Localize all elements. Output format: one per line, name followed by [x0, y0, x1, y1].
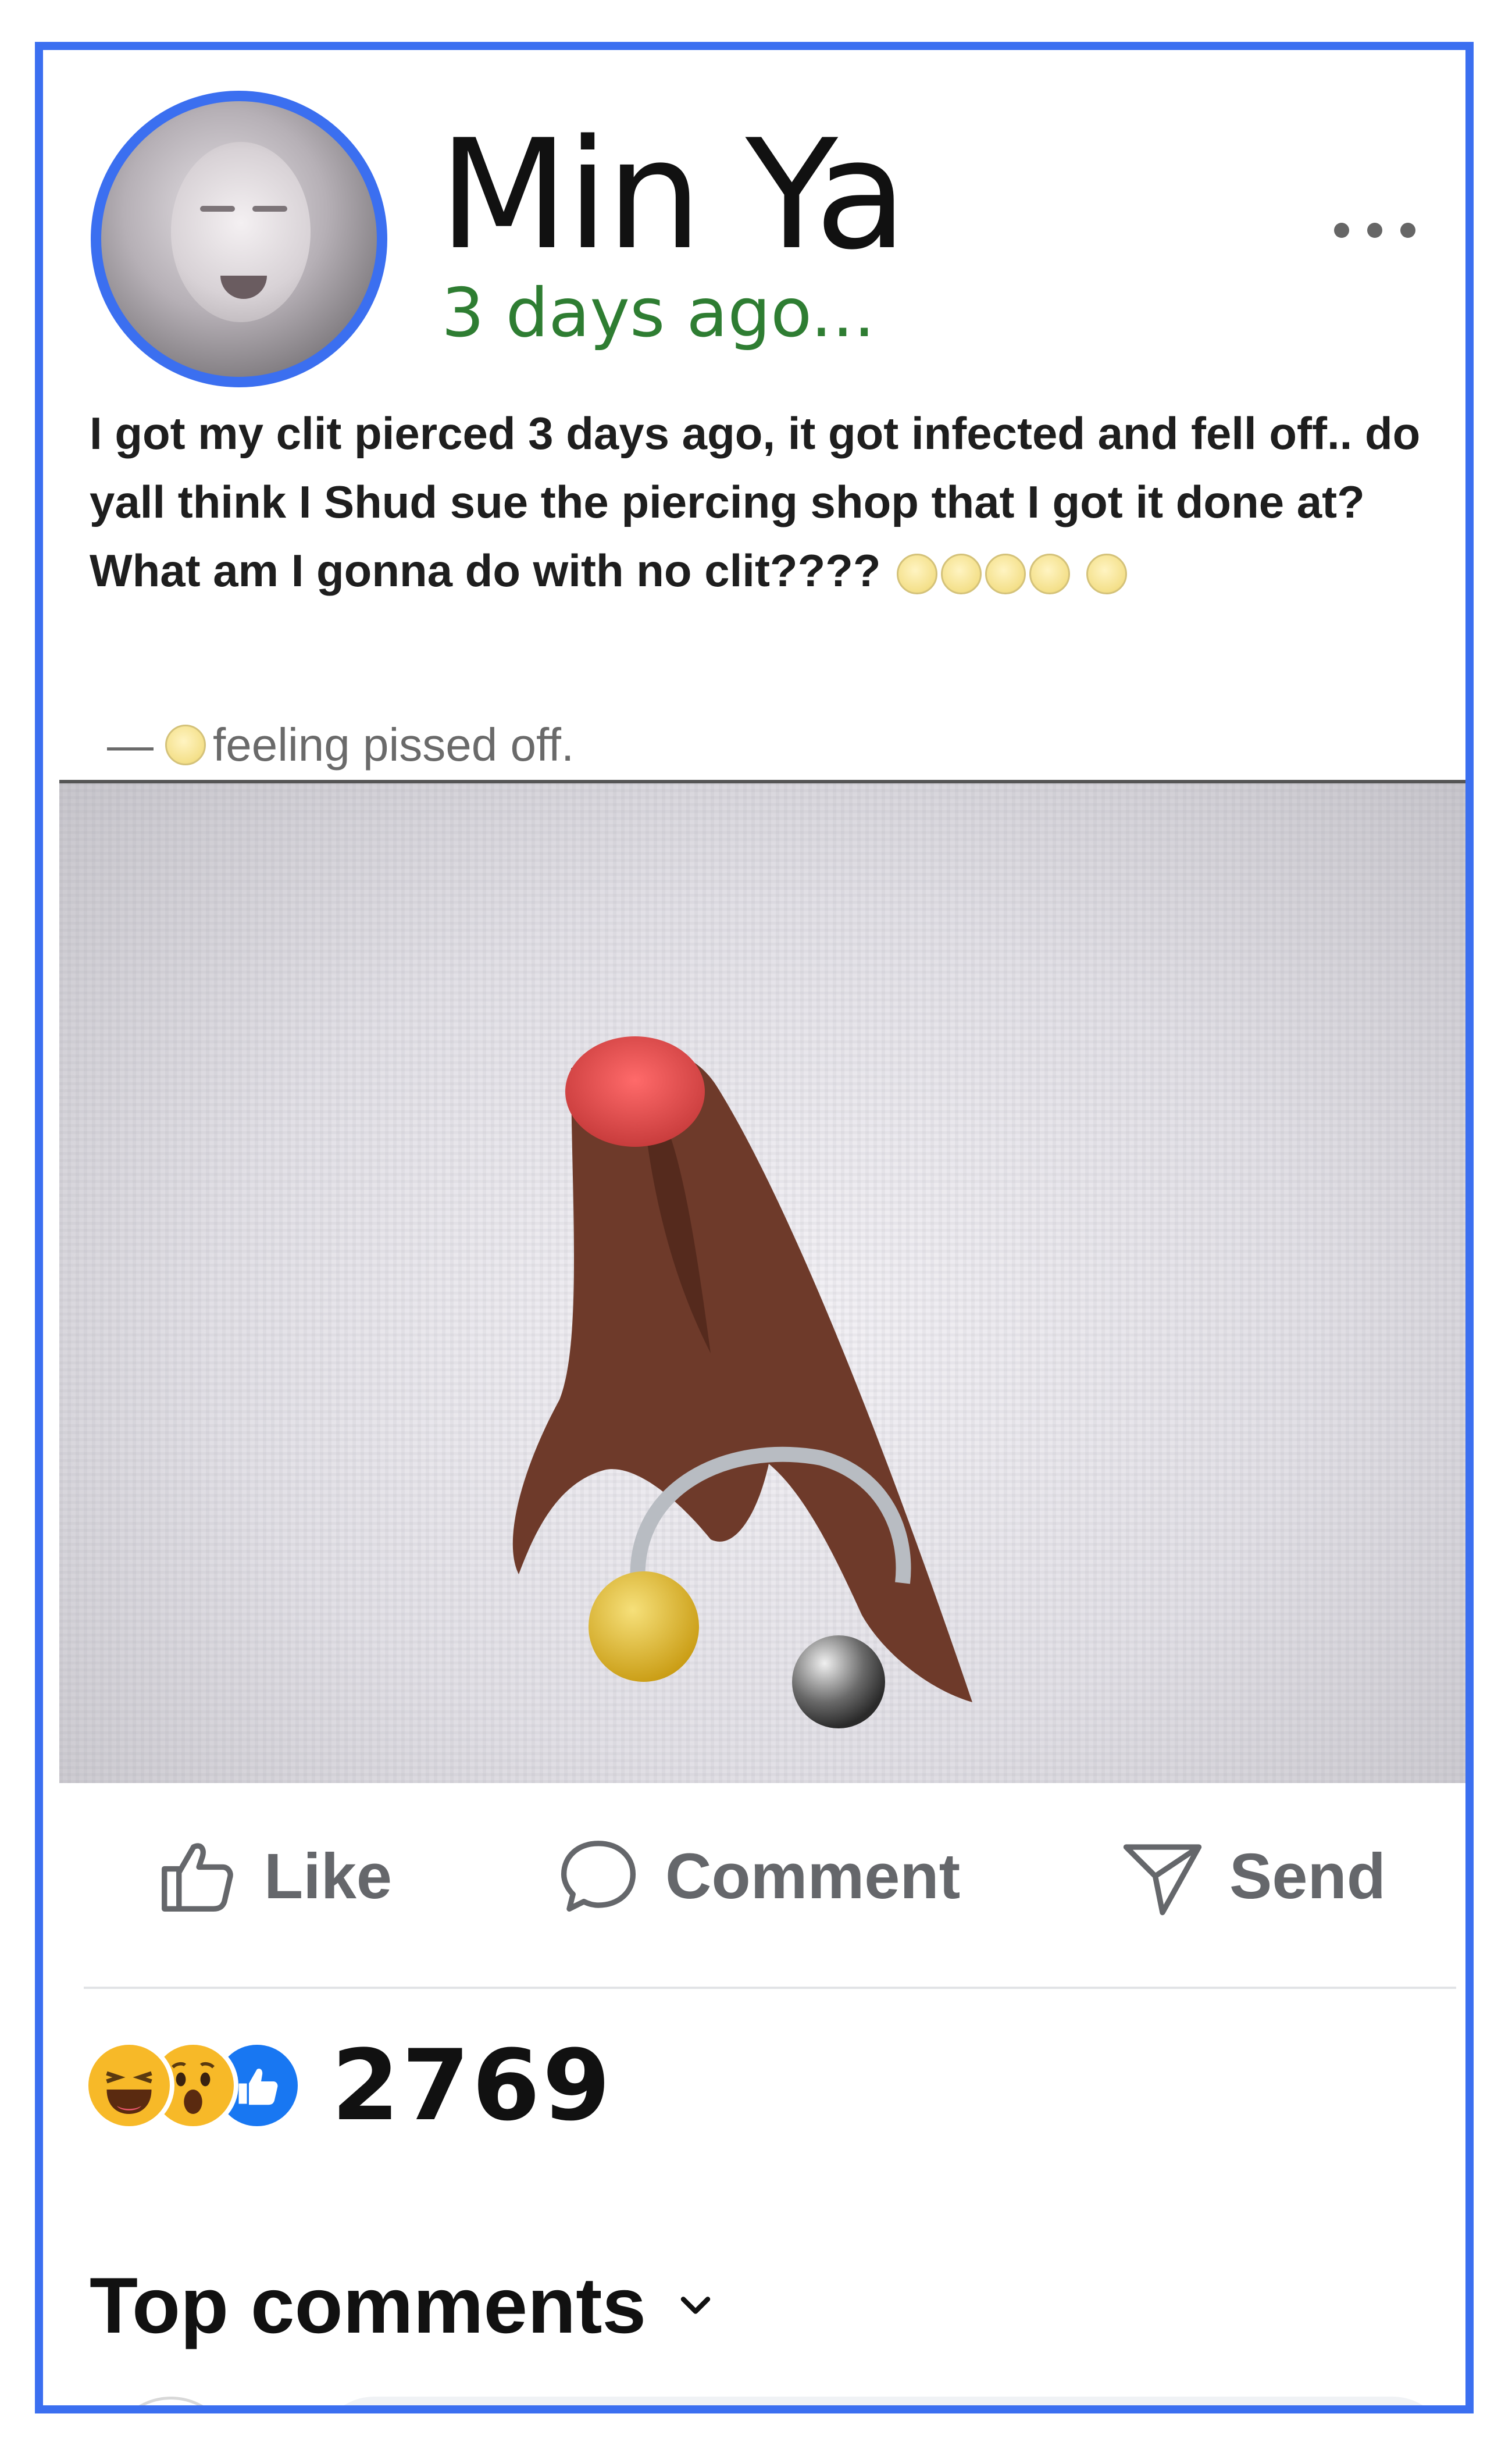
- post-body: I got my clit pierced 3 days ago, it got…: [90, 399, 1450, 605]
- post-text: I got my clit pierced 3 days ago, it got…: [90, 408, 1421, 596]
- send-icon: [1123, 1844, 1202, 1916]
- comment-button[interactable]: Comment: [555, 1830, 960, 1923]
- post-photo[interactable]: [59, 780, 1465, 1783]
- post-actions-bar: Like Comment Send: [43, 1830, 1465, 1923]
- photo-metal-bead: [792, 1635, 885, 1728]
- comment-label: Comment: [665, 1840, 961, 1912]
- author-avatar[interactable]: [91, 91, 387, 387]
- post-card: Min Ya 3 days ago... I got my clit pierc…: [35, 42, 1474, 2413]
- sad-emoji-icon: [1029, 554, 1071, 595]
- more-options-icon[interactable]: [1334, 219, 1415, 242]
- like-label: Like: [264, 1840, 393, 1912]
- comment-avatar[interactable]: [107, 2397, 235, 2405]
- photo-tissue: [512, 1046, 972, 1702]
- sad-emoji-icon: [985, 554, 1026, 595]
- angry-emoji-icon: [165, 725, 206, 765]
- sad-emoji-icon: [1086, 554, 1127, 595]
- photo-yellow-bead: [589, 1571, 699, 1682]
- post-timestamp[interactable]: 3 days ago...: [441, 280, 875, 347]
- post-photo-illustration: [512, 1036, 972, 1728]
- comment-preview[interactable]: [316, 2397, 1450, 2405]
- send-button[interactable]: Send: [1119, 1830, 1386, 1923]
- top-comments-filter[interactable]: Top comments: [90, 2260, 716, 2351]
- grimacing-emoji-icon: [897, 554, 938, 595]
- feeling-status: — feeling pissed off.: [107, 722, 574, 768]
- reactions-summary[interactable]: 2769: [84, 2033, 613, 2138]
- top-comments-label: Top comments: [90, 2261, 647, 2350]
- more-dot: [1367, 223, 1382, 238]
- author-name[interactable]: Min Ya: [438, 120, 907, 271]
- more-dot: [1334, 223, 1349, 238]
- send-label: Send: [1229, 1840, 1386, 1912]
- grimacing-emoji-icon: [941, 554, 982, 595]
- reaction-count: 2769: [331, 2028, 613, 2142]
- thumbs-up-icon: [162, 1843, 233, 1912]
- feeling-dash: —: [107, 719, 154, 771]
- avatar-eye-right: [252, 206, 287, 212]
- avatar-eye-left: [200, 206, 235, 212]
- feeling-text: feeling pissed off.: [213, 719, 575, 771]
- chevron-down-icon: [680, 2297, 711, 2314]
- actions-divider: [84, 1987, 1456, 1989]
- like-button[interactable]: Like: [154, 1830, 392, 1923]
- haha-reaction-icon: [84, 2040, 174, 2131]
- more-dot: [1400, 223, 1415, 238]
- photo-red-tip: [565, 1036, 705, 1147]
- comment-bubble-icon: [561, 1841, 636, 1912]
